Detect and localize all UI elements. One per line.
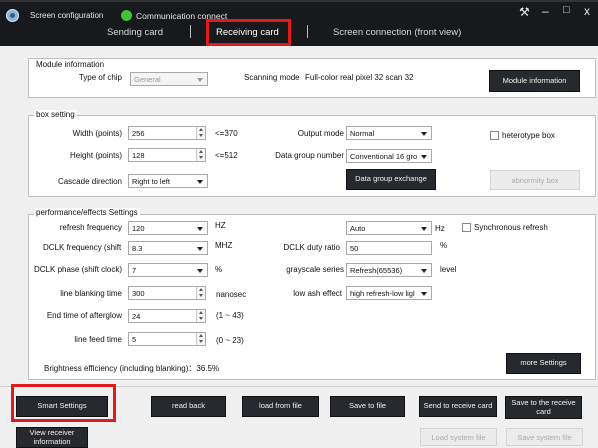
data-group-exchange-button[interactable]: Data group exchange [346,169,436,190]
low-ash-effect-select[interactable]: high refresh-low ligl [346,286,432,300]
tools-icon[interactable]: ⚒ [519,5,530,19]
top-border [0,0,598,2]
scanning-mode-label: Scanning mode [244,73,300,82]
line-feed-value: 5 [132,335,137,344]
tab-screen-connection[interactable]: Screen connection (front view) [333,27,461,38]
smart-settings-highlight [11,384,116,422]
app-icon [6,9,19,22]
tab-sending-card[interactable]: Sending card [107,27,163,38]
width-value: 256 [132,129,145,138]
read-back-button[interactable]: read back [151,396,226,417]
refresh-frequency-label: refresh frequency [59,223,122,232]
line-feed-spinbox[interactable]: 5 [128,332,206,346]
height-spinbox[interactable]: 128 [128,148,206,162]
performance-title: performance/effects Settings [34,208,140,217]
box-setting-title: box setting [34,110,77,119]
dclk-phase-unit: % [215,265,223,274]
maximize-icon[interactable]: □ [563,4,570,16]
refresh-frequency-select[interactable]: 120 [128,221,208,235]
scanning-mode-value: Full-color real pixel 32 scan 32 [305,73,414,82]
save-to-file-button[interactable]: Save to file [330,396,405,417]
view-receiver-information-button[interactable]: View receiver information [16,427,88,448]
dclk-duty-ratio-unit: % [440,241,448,250]
line-feed-range: (0 ~ 23) [216,336,244,345]
width-label: Width (points) [72,129,122,138]
chip-type-select[interactable]: General [130,72,208,86]
module-info-title: Module information [34,60,107,69]
dclk-frequency-unit: MHZ [215,241,233,250]
load-from-file-button[interactable]: load from file [242,396,319,417]
refresh-mode-select[interactable]: Auto [346,221,432,235]
more-settings-button[interactable]: more Settings [506,353,581,374]
synchronous-refresh-checkbox[interactable] [462,223,471,232]
save-system-file-button[interactable]: Save system file [506,428,583,446]
height-limit: <=512 [215,151,238,160]
close-icon[interactable]: x [584,4,590,18]
send-to-receive-card-button[interactable]: Send to receive card [419,396,497,417]
receiving-card-highlight [206,19,291,46]
spin-down-icon[interactable] [196,293,205,299]
cascade-direction-select[interactable]: Right to left [128,174,208,188]
cascade-direction-label: Cascade direction [57,177,122,186]
tab-separator [307,25,308,38]
dclk-phase-label: DCLK phase (shift clock) [34,265,123,274]
line-blanking-spinbox[interactable]: 300 [128,286,206,300]
minimize-icon[interactable]: – [542,4,549,18]
dclk-frequency-select[interactable]: 8.3 [128,241,208,255]
spin-down-icon[interactable] [196,316,205,322]
title-bar [0,0,598,46]
grayscale-series-select[interactable]: Refresh(65536) [346,263,432,277]
module-information-button[interactable]: Module information [489,70,580,92]
line-blanking-label: line blanking time [60,289,122,298]
afterglow-label: End time of afterglow [46,311,122,320]
chip-type-label: Type of chip [78,73,122,82]
brightness-efficiency: Brightness efficiency (including blankin… [44,364,220,373]
tab-separator [190,25,191,38]
low-ash-effect-label: low ash effect [293,289,342,298]
afterglow-range: (1 ~ 43) [216,311,244,320]
afterglow-spinbox[interactable]: 24 [128,309,206,323]
refresh-mode-unit: Hz [435,224,445,233]
grayscale-series-unit: level [440,265,457,274]
height-label: Height (points) [69,151,122,160]
heterotype-box-checkbox[interactable] [490,131,499,140]
dclk-frequency-label: DCLK frequency (shift [43,243,122,252]
spin-down-icon[interactable] [196,155,205,161]
data-group-number-select[interactable]: Conventional 16 gro [346,149,432,163]
height-value: 128 [132,151,145,160]
spin-down-icon[interactable] [196,133,205,139]
line-feed-label: line feed time [74,335,122,344]
dclk-duty-ratio-label: DCLK duty ratio [283,243,340,252]
connection-status-icon [121,10,132,21]
synchronous-refresh-label: Synchronous refresh [474,223,548,232]
grayscale-series-label: grayscale series [286,265,344,274]
spin-down-icon[interactable] [196,339,205,345]
afterglow-value: 24 [132,312,141,321]
abnormity-box-button[interactable]: abnormity box [490,170,580,190]
width-limit: <=370 [215,129,238,138]
line-blanking-value: 300 [132,289,145,298]
save-to-receive-card-button[interactable]: Save to the receive card [505,396,582,419]
dclk-duty-ratio-input[interactable]: 50 [346,241,432,255]
output-mode-select[interactable]: Normal [346,126,432,140]
refresh-frequency-unit: HZ [215,221,226,230]
data-group-number-label: Data group number [275,151,344,160]
load-system-file-button[interactable]: Load system file [420,428,497,446]
app-title: Screen configuration [30,11,104,20]
output-mode-label: Output mode [297,129,344,138]
heterotype-box-label: heterotype box [502,131,555,140]
dclk-phase-select[interactable]: 7 [128,263,208,277]
line-blanking-unit: nanosec [216,290,247,299]
width-spinbox[interactable]: 256 [128,126,206,140]
